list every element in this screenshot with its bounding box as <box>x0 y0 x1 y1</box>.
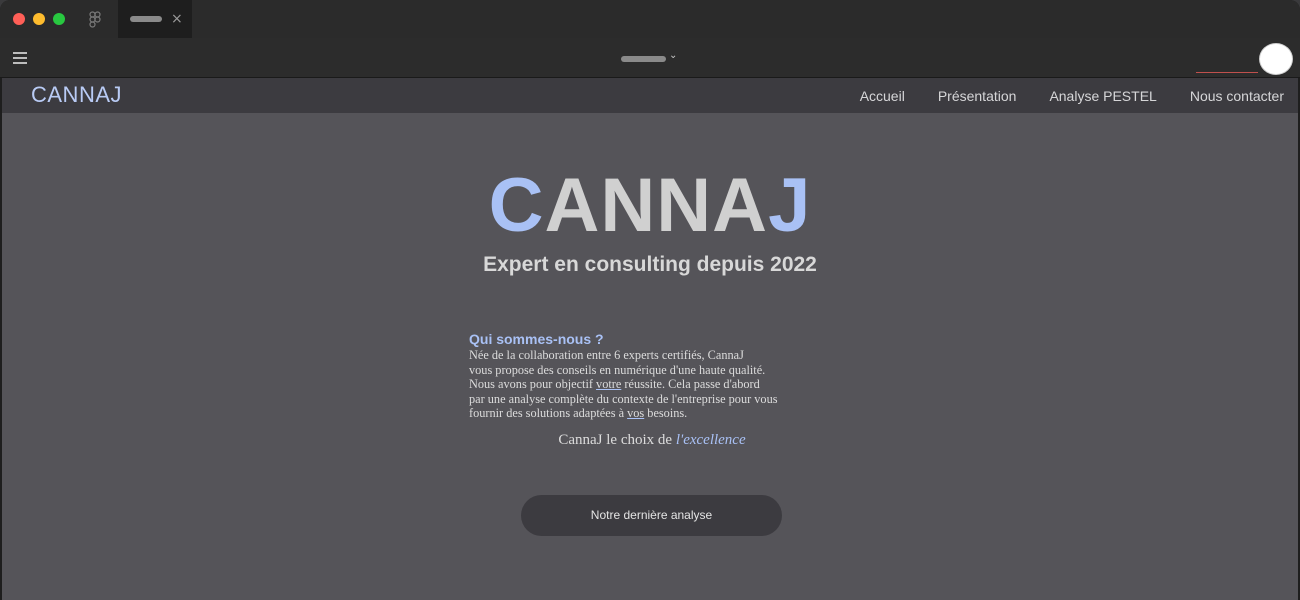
about-heading: Qui sommes-nous ? <box>469 331 604 347</box>
about-line: Nous avons pour objectif votre réussite.… <box>469 377 760 391</box>
about-paragraph: Née de la collaboration entre 6 experts … <box>469 348 849 421</box>
title-bar: × <box>0 0 1300 38</box>
latest-analysis-button[interactable]: Notre dernière analyse <box>521 495 782 536</box>
figma-icon[interactable] <box>88 11 102 28</box>
toolbar: ⌄ <box>0 38 1300 78</box>
hero-title: CANNAJ <box>2 166 1298 246</box>
minimize-window-button[interactable] <box>33 13 45 25</box>
nav-link-presentation[interactable]: Présentation <box>938 88 1017 104</box>
tab-title-placeholder <box>130 16 162 22</box>
tab-close-icon[interactable]: × <box>171 10 183 28</box>
file-name-placeholder[interactable] <box>621 56 666 62</box>
hero-subtitle: Expert en consulting depuis 2022 <box>483 253 817 276</box>
browser-window: × ⌄ CANNAJ Accueil Présentation Analyse … <box>0 0 1300 600</box>
tagline-emphasis: l'excellence <box>675 432 746 448</box>
hero-title-first-letter: C <box>488 163 545 248</box>
site-navbar: CANNAJ Accueil Présentation Analyse PEST… <box>2 78 1298 113</box>
about-line: Née de la collaboration entre 6 experts … <box>469 348 744 362</box>
nav-links: Accueil Présentation Analyse PESTEL Nous… <box>860 88 1284 104</box>
avatar-underline <box>1196 72 1258 73</box>
about-line: par une analyse complète du contexte de … <box>469 391 778 406</box>
about-section: Qui sommes-nous ? Née de la collaboratio… <box>469 331 849 421</box>
chevron-down-icon[interactable]: ⌄ <box>669 50 677 61</box>
nav-link-analyse-pestel[interactable]: Analyse PESTEL <box>1049 88 1156 104</box>
maximize-window-button[interactable] <box>53 13 65 25</box>
close-window-button[interactable] <box>13 13 25 25</box>
hero-title-middle: ANNA <box>544 163 769 248</box>
website-viewport: CANNAJ Accueil Présentation Analyse PEST… <box>2 78 1298 600</box>
about-line: fournir des solutions adaptées à vos bes… <box>469 406 688 420</box>
nav-link-accueil[interactable]: Accueil <box>860 88 905 104</box>
brand-logo[interactable]: CANNAJ <box>31 82 122 108</box>
browser-tab[interactable]: × <box>118 0 192 38</box>
nav-link-contact[interactable]: Nous contacter <box>1190 88 1284 104</box>
hamburger-menu-icon[interactable] <box>13 52 27 64</box>
tagline: CannaJ le choix de l'excellence <box>558 432 746 448</box>
hero-title-last-letter: J <box>768 163 812 248</box>
about-line: vous propose des conseils en numérique d… <box>469 362 766 377</box>
user-avatar[interactable] <box>1259 43 1293 75</box>
